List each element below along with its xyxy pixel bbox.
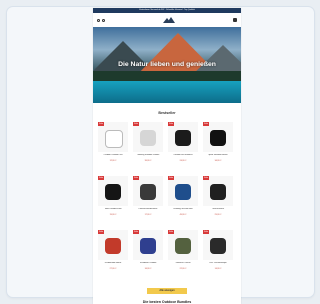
cart-icon[interactable] (233, 18, 237, 22)
product-image[interactable]: Sale (203, 122, 233, 152)
product-price: 19,99 € (109, 214, 117, 216)
product-shape (175, 238, 191, 254)
product-image[interactable]: Sale (133, 122, 163, 152)
sale-badge: Sale (168, 230, 175, 234)
product-shape (105, 184, 121, 200)
menu-icon[interactable] (97, 18, 100, 22)
product-card[interactable]: Sale Sport Sandale Herren 34,99 € (203, 122, 233, 170)
product-price: 27,99 € (109, 268, 117, 270)
product-image[interactable]: Sale (98, 122, 128, 152)
hero-lake (93, 81, 241, 103)
product-image[interactable]: Sale (203, 230, 233, 260)
section-title: Bestseller (158, 111, 176, 115)
site-header (93, 13, 241, 27)
product-card[interactable]: Sale Outdoor Zubehör Set 12,99 € (98, 122, 128, 170)
product-card[interactable]: Sale Touch Handschuhe 19,99 € (98, 176, 128, 224)
sale-badge: Sale (168, 122, 175, 126)
product-image[interactable]: Sale (98, 176, 128, 206)
sale-badge: Sale (98, 230, 105, 234)
product-price: 17,99 € (144, 214, 152, 216)
product-price: 24,99 € (179, 160, 187, 162)
header-left-icons (97, 18, 105, 22)
product-price: 49,99 € (179, 214, 187, 216)
product-image[interactable]: Sale (133, 176, 163, 206)
show-all-button[interactable]: Alle anzeigen (147, 288, 187, 294)
bundles-heading: Die besten Outdoor Bundles (142, 300, 192, 304)
product-card[interactable]: Sale Running Schuhe Blau 49,99 € (168, 176, 198, 224)
product-price: 12,99 € (109, 160, 117, 162)
sale-badge: Sale (98, 176, 105, 180)
product-card[interactable]: Sale Taktische Tasche 22,99 € (168, 230, 198, 278)
product-shape (175, 184, 191, 200)
sale-badge: Sale (98, 122, 105, 126)
product-shape (140, 184, 156, 200)
sale-badge: Sale (203, 122, 210, 126)
product-price: 39,99 € (144, 160, 152, 162)
product-card[interactable]: Sale Kurbelradio Notfall 27,99 € (98, 230, 128, 278)
product-shape (210, 184, 226, 200)
product-image[interactable]: Sale (168, 176, 198, 206)
hero-banner: Die Natur lieben und genießen (93, 27, 241, 103)
product-shape (140, 130, 156, 146)
product-card[interactable]: Sale Trinkrucksack 29,99 € (203, 176, 233, 224)
product-card[interactable]: Sale LED Taschenlampe 14,99 € (203, 230, 233, 278)
product-card[interactable]: Sale Fahrrad Handschuhe 17,99 € (133, 176, 163, 224)
product-image[interactable]: Sale (168, 122, 198, 152)
product-card[interactable]: Sale Outdoor Hut Sommer 24,99 € (168, 122, 198, 170)
product-shape (210, 130, 226, 146)
product-price: 14,99 € (214, 268, 222, 270)
sale-badge: Sale (133, 230, 140, 234)
product-grid: Sale Outdoor Zubehör Set 12,99 € Sale Tr… (93, 119, 241, 278)
product-shape (210, 238, 226, 254)
product-shape (140, 238, 156, 254)
product-image[interactable]: Sale (168, 230, 198, 260)
sale-badge: Sale (133, 176, 140, 180)
sale-badge: Sale (203, 230, 210, 234)
product-shape (175, 130, 191, 146)
product-price: 34,99 € (214, 160, 222, 162)
hero-title: Die Natur lieben und genießen (118, 61, 216, 68)
product-price: 16,99 € (144, 268, 152, 270)
product-card[interactable]: Sale Trekking Sandale Damen 39,99 € (133, 122, 163, 170)
product-price: 29,99 € (214, 214, 222, 216)
logo-mountain-icon[interactable] (162, 16, 176, 24)
product-shape (105, 130, 123, 148)
product-image[interactable]: Sale (98, 230, 128, 260)
sale-badge: Sale (168, 176, 175, 180)
sale-badge: Sale (203, 176, 210, 180)
product-shape (105, 238, 121, 254)
product-card[interactable]: Sale Trinkblase Outdoor 16,99 € (133, 230, 163, 278)
product-image[interactable]: Sale (133, 230, 163, 260)
search-icon[interactable] (102, 18, 105, 22)
product-image[interactable]: Sale (203, 176, 233, 206)
webpage-preview: Kostenloser Versand ab 50€ · Schneller V… (93, 8, 241, 304)
sale-badge: Sale (133, 122, 140, 126)
product-price: 22,99 € (179, 268, 187, 270)
